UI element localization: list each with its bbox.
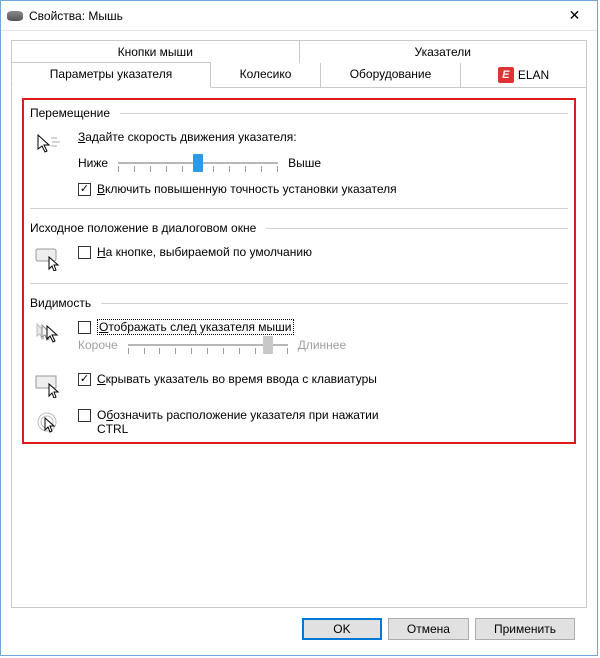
motion-cursor-icon bbox=[35, 132, 65, 156]
snap-checkbox[interactable] bbox=[78, 246, 91, 259]
apply-button[interactable]: Применить bbox=[475, 618, 575, 640]
window-title: Свойства: Мышь bbox=[29, 9, 552, 23]
trails-slider-wrap: Короче Длиннее bbox=[78, 334, 568, 356]
speed-faster: Выше bbox=[288, 156, 321, 170]
trails-checkbox-row[interactable]: Отображать след указателя мыши bbox=[78, 320, 568, 334]
precision-checkbox-row[interactable]: Включить повышенную точность установки у… bbox=[78, 182, 568, 196]
ctrl-checkbox[interactable] bbox=[78, 409, 91, 422]
tab-pointers[interactable]: Указатели bbox=[300, 40, 588, 63]
properties-dialog: Свойства: Мышь ✕ Кнопки мыши Указатели П… bbox=[0, 0, 598, 656]
snap-group: Исходное положение в диалоговом окне bbox=[30, 221, 568, 271]
tabs-row-2: Параметры указателя Колесико Оборудовани… bbox=[11, 62, 587, 88]
motion-group: Перемещение bbox=[30, 106, 568, 196]
tab-pointer-options[interactable]: Параметры указателя bbox=[11, 62, 211, 88]
mouse-icon bbox=[7, 11, 23, 21]
tab-elan-label: ELAN bbox=[518, 68, 549, 82]
trails-icon bbox=[35, 322, 65, 346]
trails-slider bbox=[128, 334, 288, 356]
hide-label: Скрывать указатель во время ввода с клав… bbox=[97, 372, 568, 386]
ctrl-checkbox-row[interactable]: Обозначить расположение указателя при на… bbox=[78, 408, 568, 436]
speed-slider[interactable] bbox=[118, 152, 278, 174]
dialog-buttons: OK Отмена Применить bbox=[11, 608, 587, 640]
trails-short: Короче bbox=[78, 338, 118, 352]
highlight-border: Перемещение bbox=[22, 98, 576, 444]
trails-label: Отображать след указателя мыши bbox=[97, 320, 568, 334]
ctrl-label: Обозначить расположение указателя при на… bbox=[97, 408, 568, 436]
trails-thumb bbox=[263, 336, 273, 354]
titlebar: Свойства: Мышь ✕ bbox=[1, 1, 597, 31]
tab-wheel[interactable]: Колесико bbox=[211, 62, 321, 88]
snap-checkbox-row[interactable]: На кнопке, выбираемой по умолчанию bbox=[78, 245, 568, 259]
cancel-button[interactable]: Отмена bbox=[388, 618, 469, 640]
tab-hardware[interactable]: Оборудование bbox=[321, 62, 461, 88]
visibility-group: Видимость bbox=[30, 296, 568, 436]
snap-label: На кнопке, выбираемой по умолчанию bbox=[97, 245, 568, 259]
tabs-row-1: Кнопки мыши Указатели bbox=[11, 39, 587, 62]
tab-elan[interactable]: E ELAN bbox=[461, 62, 587, 88]
speed-label: Задайте скорость движения указателя: bbox=[78, 130, 568, 144]
visibility-title: Видимость bbox=[30, 296, 95, 310]
speed-thumb[interactable] bbox=[193, 154, 203, 172]
tab-buttons[interactable]: Кнопки мыши bbox=[11, 40, 300, 63]
snap-title: Исходное положение в диалоговом окне bbox=[30, 221, 260, 235]
speed-slower: Ниже bbox=[78, 156, 108, 170]
snap-button-icon bbox=[35, 247, 65, 271]
close-button[interactable]: ✕ bbox=[552, 1, 597, 30]
ctrl-locate-icon bbox=[35, 410, 65, 434]
hide-typing-icon bbox=[35, 374, 65, 398]
tab-panel: Перемещение bbox=[11, 88, 587, 608]
speed-slider-wrap: Ниже Выше bbox=[78, 152, 568, 174]
trails-checkbox[interactable] bbox=[78, 321, 91, 334]
precision-checkbox[interactable] bbox=[78, 183, 91, 196]
precision-label: Включить повышенную точность установки у… bbox=[97, 182, 568, 196]
ok-button[interactable]: OK bbox=[302, 618, 382, 640]
elan-logo-icon: E bbox=[498, 67, 514, 83]
trails-long: Длиннее bbox=[298, 338, 346, 352]
hide-checkbox-row[interactable]: Скрывать указатель во время ввода с клав… bbox=[78, 372, 568, 386]
motion-title: Перемещение bbox=[30, 106, 114, 120]
hide-checkbox[interactable] bbox=[78, 373, 91, 386]
